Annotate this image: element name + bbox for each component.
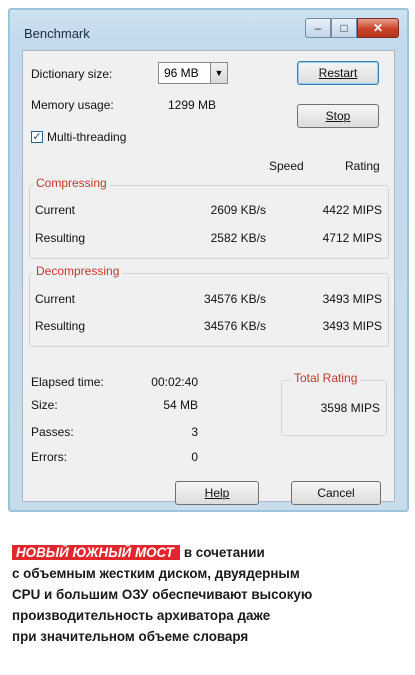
elapsed-time-label: Elapsed time: bbox=[31, 375, 104, 389]
rating-column-header: Rating bbox=[345, 159, 380, 173]
compressing-resulting-rating: 4712 MIPS bbox=[322, 231, 382, 245]
close-icon: ✕ bbox=[372, 21, 384, 35]
stop-button-label: Stop bbox=[325, 109, 351, 123]
benchmark-window: Benchmark – □ ✕ Dictionary size: 96 MB ▼… bbox=[8, 8, 409, 512]
decompressing-resulting-speed: 34576 KB/s bbox=[203, 319, 266, 333]
compressing-resulting-speed: 2582 KB/s bbox=[210, 231, 266, 245]
figure-caption: НОВЫЙ ЮЖНЫЙ МОСТ в сочетании с объемным ж… bbox=[12, 542, 412, 647]
decompressing-current-label: Current bbox=[35, 292, 76, 306]
compressing-group bbox=[29, 185, 389, 259]
compressing-group-title: Compressing bbox=[33, 176, 110, 190]
dictionary-size-select[interactable]: 96 MB ▼ bbox=[158, 62, 228, 84]
errors-value: 0 bbox=[191, 450, 198, 464]
decompressing-resulting-rating: 3493 MIPS bbox=[322, 319, 382, 333]
size-label: Size: bbox=[31, 398, 58, 412]
restart-button[interactable]: Restart bbox=[297, 61, 379, 85]
chevron-down-icon[interactable]: ▼ bbox=[210, 63, 227, 83]
caption-text-1: в сочетании bbox=[183, 545, 265, 560]
cancel-button-label: Cancel bbox=[317, 486, 355, 500]
help-button[interactable]: Help bbox=[175, 481, 259, 505]
cancel-button[interactable]: Cancel bbox=[291, 481, 381, 505]
decompressing-resulting-label: Resulting bbox=[35, 319, 86, 333]
caption-line-1: НОВЫЙ ЮЖНЫЙ МОСТ в сочетании bbox=[12, 542, 412, 563]
errors-label: Errors: bbox=[31, 450, 67, 464]
caption-highlight-tag: НОВЫЙ ЮЖНЫЙ МОСТ bbox=[12, 545, 180, 560]
dictionary-size-label: Dictionary size: bbox=[31, 67, 113, 81]
decompressing-current-rating: 3493 MIPS bbox=[322, 292, 382, 306]
caption-line-5: при значительном объеме словаря bbox=[12, 629, 249, 644]
checkmark-icon: ✓ bbox=[32, 131, 42, 143]
memory-usage-label: Memory usage: bbox=[31, 98, 114, 112]
dialog-client-area: Dictionary size: 96 MB ▼ Restart Memory … bbox=[22, 50, 395, 505]
help-button-label: Help bbox=[204, 486, 230, 500]
window-title: Benchmark bbox=[24, 26, 90, 41]
decompressing-current-speed: 34576 KB/s bbox=[203, 292, 266, 306]
total-rating-title: Total Rating bbox=[291, 371, 361, 385]
speed-column-header: Speed bbox=[269, 159, 304, 173]
total-rating-value: 3598 MIPS bbox=[320, 401, 380, 415]
compressing-resulting-label: Resulting bbox=[35, 231, 86, 245]
restart-button-label: Restart bbox=[318, 66, 358, 80]
compressing-current-speed: 2609 KB/s bbox=[210, 203, 266, 217]
passes-label: Passes: bbox=[31, 425, 74, 439]
stop-button[interactable]: Stop bbox=[297, 104, 379, 128]
dictionary-size-value: 96 MB bbox=[164, 66, 199, 80]
elapsed-time-value: 00:02:40 bbox=[151, 375, 198, 389]
multithreading-checkbox[interactable]: ✓ bbox=[31, 131, 43, 143]
passes-value: 3 bbox=[191, 425, 198, 439]
decompressing-group-title: Decompressing bbox=[33, 264, 123, 278]
memory-usage-value: 1299 MB bbox=[168, 98, 217, 112]
window-controls: – □ ✕ bbox=[305, 18, 399, 40]
decompressing-group bbox=[29, 273, 389, 347]
maximize-icon: □ bbox=[340, 21, 348, 35]
title-bar[interactable]: Benchmark – □ ✕ bbox=[10, 10, 407, 50]
maximize-button[interactable]: □ bbox=[331, 18, 357, 38]
caption-line-3: CPU и большим ОЗУ обеспечивают высокую bbox=[12, 587, 313, 602]
caption-line-2: с объемным жестким диском, двуядерным bbox=[12, 566, 300, 581]
compressing-current-label: Current bbox=[35, 203, 76, 217]
compressing-current-rating: 4422 MIPS bbox=[322, 203, 382, 217]
minimize-icon: – bbox=[314, 21, 322, 35]
minimize-button[interactable]: – bbox=[305, 18, 331, 38]
size-value: 54 MB bbox=[163, 398, 198, 412]
multithreading-label: Multi-threading bbox=[47, 130, 127, 144]
close-button[interactable]: ✕ bbox=[357, 18, 399, 38]
caption-line-4: производительность архиватора даже bbox=[12, 608, 271, 623]
